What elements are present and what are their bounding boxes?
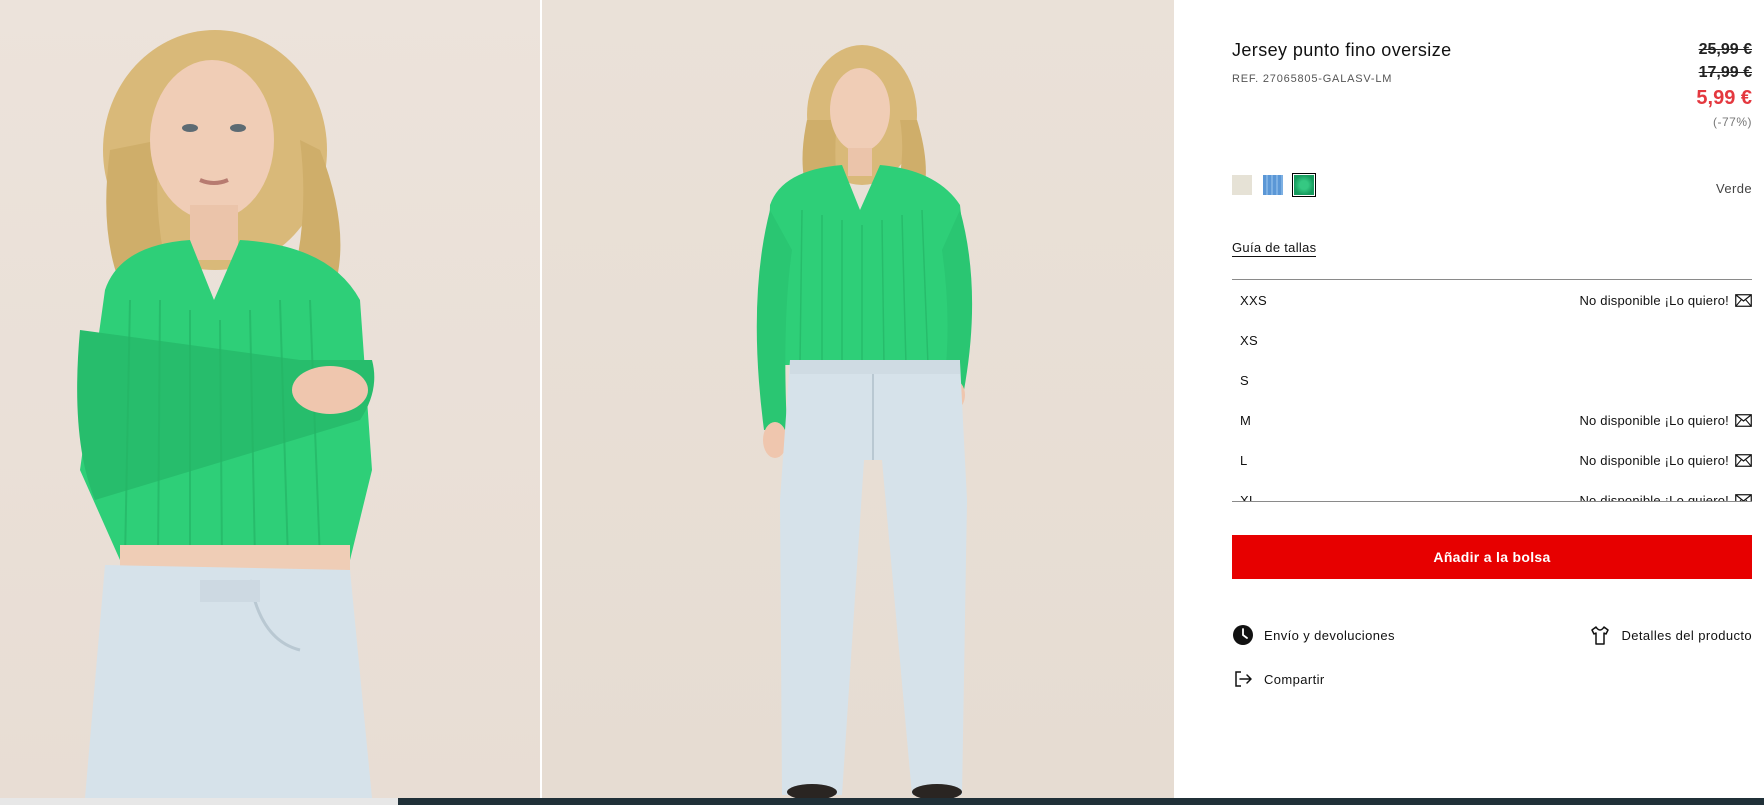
color-swatches <box>1232 173 1316 197</box>
model-fullbody-photo[interactable] <box>542 0 1174 798</box>
size-option-xxs[interactable]: XXS No disponible ¡Lo quiero! <box>1232 280 1752 320</box>
size-list[interactable]: XXS No disponible ¡Lo quiero! XS S M No dispo… <box>1232 279 1752 502</box>
size-label: M <box>1240 412 1252 428</box>
size-notify-me[interactable]: No disponible ¡Lo quiero! <box>1579 413 1752 428</box>
size-label: XS <box>1240 332 1258 348</box>
size-option-m[interactable]: M No disponible ¡Lo quiero! <box>1232 400 1752 440</box>
product-panel: Jersey punto fino oversize REF. 27065805… <box>1232 0 1752 805</box>
price-previous: 17,99 € <box>1698 64 1752 81</box>
discount-badge: (-77%) <box>1712 115 1752 129</box>
share-label: Compartir <box>1264 671 1325 687</box>
price-block: 25,99 € 17,99 € 5,99 € (-77%) <box>1696 38 1752 132</box>
share-icon <box>1235 671 1252 687</box>
size-label: XXS <box>1240 292 1267 308</box>
mail-icon <box>1735 493 1752 501</box>
mail-icon <box>1735 293 1752 307</box>
bottom-strip <box>0 798 1764 805</box>
mail-icon <box>1735 453 1752 467</box>
product-title: Jersey punto fino oversize <box>1232 40 1452 60</box>
product-details-label: Detalles del producto <box>1621 627 1752 643</box>
shipping-returns-link[interactable]: Envío y devoluciones <box>1232 624 1395 646</box>
size-option-s[interactable]: S <box>1232 360 1752 400</box>
size-option-xl[interactable]: XL No disponible ¡Lo quiero! <box>1232 480 1752 502</box>
add-to-bag-button[interactable]: Añadir a la bolsa <box>1232 535 1752 579</box>
swatch-green[interactable] <box>1292 173 1316 197</box>
size-option-l[interactable]: L No disponible ¡Lo quiero! <box>1232 440 1752 480</box>
bottom-strip-dark <box>398 798 1764 805</box>
size-notify-me[interactable]: No disponible ¡Lo quiero! <box>1579 293 1752 308</box>
size-status-text: No disponible ¡Lo quiero! <box>1579 452 1729 468</box>
swatch-ecru[interactable] <box>1232 175 1252 195</box>
price-original: 25,99 € <box>1698 41 1752 58</box>
product-ref: REF. 27065805-GALASV-LM <box>1232 73 1393 85</box>
size-notify-me[interactable]: No disponible ¡Lo quiero! <box>1579 492 1752 502</box>
size-label: XL <box>1240 492 1257 502</box>
size-guide-link[interactable]: Guía de tallas <box>1232 240 1317 257</box>
tshirt-icon <box>1591 626 1610 645</box>
swatch-blue[interactable] <box>1263 175 1283 195</box>
product-gallery <box>0 0 1174 798</box>
price-current: 5,99 € <box>1696 87 1752 109</box>
mail-icon <box>1735 413 1752 427</box>
size-option-xs[interactable]: XS <box>1232 320 1752 360</box>
size-status-text: No disponible ¡Lo quiero! <box>1579 412 1729 428</box>
product-details-link[interactable]: Detalles del producto <box>1589 624 1752 646</box>
shipping-returns-label: Envío y devoluciones <box>1264 627 1395 643</box>
size-label: S <box>1240 372 1249 388</box>
model-closeup-photo[interactable] <box>0 0 540 798</box>
share-link[interactable]: Compartir <box>1232 668 1325 690</box>
size-status-text: No disponible ¡Lo quiero! <box>1579 292 1729 308</box>
size-notify-me[interactable]: No disponible ¡Lo quiero! <box>1579 453 1752 468</box>
selected-color-label: Verde <box>1716 181 1752 196</box>
size-status-text: No disponible ¡Lo quiero! <box>1579 492 1729 502</box>
clock-icon <box>1233 625 1253 645</box>
model-fullbody-illustration <box>756 45 973 798</box>
size-label: L <box>1240 452 1248 468</box>
model-closeup-illustration <box>77 30 375 798</box>
